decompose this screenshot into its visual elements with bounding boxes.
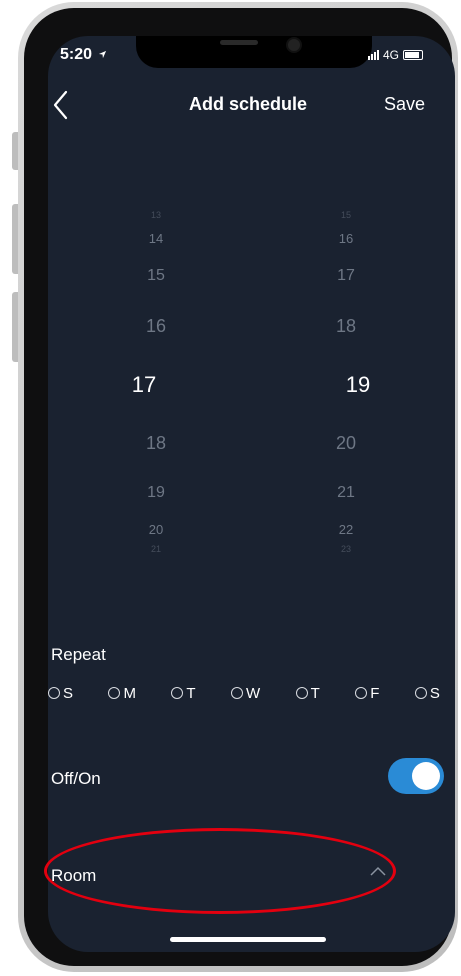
hour-option: 16 (145, 316, 167, 336)
day-option-monday[interactable]: M (108, 681, 136, 705)
back-button[interactable] (50, 88, 80, 124)
selected-minute[interactable]: 19 (318, 372, 398, 398)
day-option-saturday[interactable]: S (414, 681, 440, 705)
radio-circle (231, 687, 244, 699)
hour-option: 18 (145, 433, 167, 453)
day-option-sunday[interactable]: S (48, 681, 73, 705)
minute-option: 17 (337, 267, 355, 284)
day-option-thursday[interactable]: T (295, 681, 320, 705)
radio-circle (414, 687, 427, 699)
location-arrow-icon (99, 50, 107, 59)
radio-circle (295, 687, 308, 699)
hour-option: 14 (148, 231, 164, 246)
front-camera (286, 37, 302, 53)
highlight-annotation (44, 828, 396, 914)
day-option-wednesday[interactable]: W (231, 681, 260, 705)
day-option-tuesday[interactable]: T (171, 681, 196, 705)
page-title: Add schedule (188, 94, 308, 114)
radio-circle (171, 687, 184, 699)
hour-option: 20 (148, 522, 164, 537)
hour-option: 21 (150, 544, 161, 554)
power-label: Off/On (51, 769, 101, 788)
mute-switch (12, 132, 18, 170)
network-type: 4G (383, 48, 400, 62)
hour-option: 19 (147, 484, 165, 501)
status-indicators: 4G (368, 48, 424, 62)
minute-option: 18 (335, 316, 357, 336)
minute-option: 21 (337, 484, 355, 501)
minute-option: 16 (338, 231, 354, 246)
status-time: 5:20 (60, 46, 107, 64)
volume-up-button (12, 204, 18, 274)
chevron-left-icon (53, 90, 68, 120)
repeat-days: S M T W T F S (48, 681, 440, 705)
save-button[interactable]: Save (384, 94, 425, 115)
day-option-friday[interactable]: F (355, 681, 379, 705)
radio-circle (108, 687, 121, 699)
repeat-label: Repeat (51, 645, 106, 664)
home-indicator[interactable] (170, 937, 326, 942)
minute-option: 20 (335, 433, 357, 453)
signal-bars-icon (368, 50, 379, 60)
hour-option: 13 (150, 210, 161, 220)
radio-circle (48, 687, 60, 699)
minute-option: 22 (338, 522, 354, 537)
radio-circle (355, 687, 368, 699)
hour-option: 15 (147, 267, 165, 284)
app-screen (48, 36, 455, 952)
minute-option: 23 (340, 544, 351, 554)
minute-option: 15 (340, 210, 351, 220)
toggle-knob (412, 762, 440, 790)
battery-icon (403, 50, 424, 60)
selected-hour[interactable]: 17 (104, 372, 184, 398)
volume-down-button (12, 292, 18, 362)
speaker (220, 40, 258, 45)
power-toggle[interactable] (388, 758, 444, 794)
notch (136, 36, 372, 68)
